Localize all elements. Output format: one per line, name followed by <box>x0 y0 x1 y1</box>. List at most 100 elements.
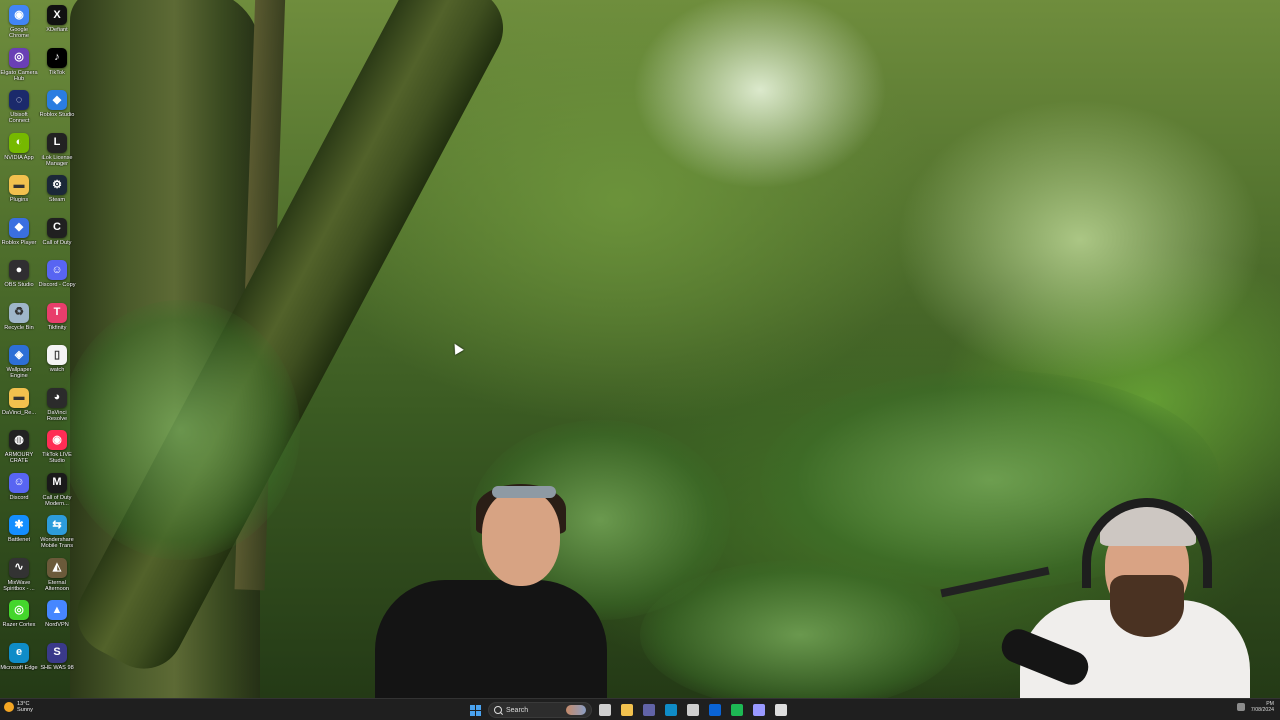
desktop-icon-label: Call of Duty <box>42 239 72 246</box>
desktop-icon-label: TikTok LIVE Studio <box>42 452 72 465</box>
desktop-icon[interactable]: ◆ Roblox Studio <box>38 87 76 130</box>
calculator-icon <box>687 704 699 716</box>
taskbar-task-view-button[interactable] <box>596 701 614 719</box>
desktop-icon-label: Google Chrome <box>9 27 29 40</box>
desktop-icon[interactable]: T Tikfinity <box>38 300 76 343</box>
davinci-resolve-icon: ◕ <box>47 387 67 408</box>
desktop-icon[interactable]: ◍ ARMOURY CRATE <box>0 427 38 470</box>
wallpaper-engine-icon: ◈ <box>9 345 29 365</box>
desktop-icon-label: NordVPN <box>45 622 69 628</box>
desktop-icon[interactable]: ◈ Wallpaper Engine <box>0 342 38 385</box>
desktop-icon[interactable]: ◭ Eternal Alternoon <box>38 555 76 598</box>
desktop-icon-label: Razer Cortex <box>2 622 36 628</box>
desktop-icon[interactable]: ♻ Recycle Bin <box>0 300 38 343</box>
teams-icon <box>643 704 655 716</box>
desktop-icon-label: Elgato Camera Hub <box>0 69 38 82</box>
desktop-icon-label: DaVinci Resolve <box>46 409 68 422</box>
mixwave-icon: ∿ <box>9 557 29 578</box>
desktop-icon[interactable]: ☺ Discord - Copy <box>38 257 76 300</box>
desktop-icon-label: Wallpaper Engine <box>6 367 32 380</box>
desktop-icon[interactable]: ✱ Battlenet <box>0 512 38 555</box>
taskbar-calculator-button[interactable] <box>684 701 702 719</box>
tiktok-live-icon: ◉ <box>47 430 67 450</box>
nvidia-icon: ◐ <box>9 132 29 153</box>
desktop-icon-label: Battlenet <box>7 537 31 543</box>
desktop-icon[interactable]: ◉ Google Chrome <box>0 2 38 45</box>
desktop-icon-label: Call of Duty Modern... <box>42 494 72 507</box>
desktop-icon[interactable]: ☺ Discord <box>0 470 38 513</box>
desktop-icon[interactable]: X XDefiant <box>38 2 76 45</box>
folder-icon: ▬ <box>9 175 29 195</box>
tree-fern <box>60 300 300 560</box>
system-tray: PM 7/08/2024 <box>1236 701 1274 713</box>
desktop-icon[interactable]: ◐ NVIDIA App <box>0 130 38 173</box>
taskbar-teams-button[interactable] <box>640 701 658 719</box>
weather-description: Sunny <box>17 707 33 714</box>
desktop-icon[interactable]: e Microsoft Edge <box>0 640 38 683</box>
clock-date: 7/08/2024 <box>1250 707 1274 713</box>
desktop-icon[interactable]: ◉ TikTok LIVE Studio <box>38 427 76 470</box>
call-of-duty-icon: C <box>47 217 67 238</box>
desktop-icon[interactable]: ◎ Razer Cortex <box>0 597 38 640</box>
desktop-icon[interactable]: S SHE WAS 98 <box>38 640 76 683</box>
windows-logo-icon <box>469 704 481 716</box>
taskbar: 13°C Sunny Search PM 7/08/2024 <box>0 698 1280 720</box>
taskbar-file-explorer-button[interactable] <box>618 701 636 719</box>
tray-chevron-icon[interactable] <box>1236 703 1245 711</box>
tikfinity-icon: T <box>47 302 67 323</box>
search-icon <box>494 706 502 714</box>
file-icon: ▯ <box>47 345 67 365</box>
desktop-icon-label: Recycle Bin <box>4 324 34 331</box>
desktop-icon-label: NVIDIA App <box>4 154 34 161</box>
task-view-icon <box>599 704 611 716</box>
razer-cortex-icon: ◎ <box>9 600 29 620</box>
desktop-icon[interactable]: ● OBS Studio <box>0 257 38 300</box>
desktop-icon-label: XDefiant <box>46 27 68 33</box>
desktop-icon-label: iLok License Manager <box>41 154 73 167</box>
taskbar-spotify-button[interactable] <box>728 701 746 719</box>
edge-icon <box>665 704 677 716</box>
desktop-icon[interactable]: ⚙ Steam <box>38 172 76 215</box>
elgato-camera-icon: ◎ <box>9 47 29 68</box>
desktop-icon-label: Steam <box>48 197 66 203</box>
chrome-icon: ◉ <box>9 5 29 25</box>
desktop-icon-label: SHE WAS 98 <box>40 664 74 671</box>
premiere-icon <box>753 704 765 716</box>
desktop-icon[interactable]: ♪ TikTok <box>38 45 76 88</box>
taskbar-premiere-button[interactable] <box>750 701 768 719</box>
folder-icon: ▬ <box>9 387 29 408</box>
taskbar-edge-button[interactable] <box>662 701 680 719</box>
desktop-icon[interactable]: ◆ Roblox Player <box>0 215 38 258</box>
ubisoft-icon: ◌ <box>9 90 29 110</box>
clock[interactable]: PM 7/08/2024 <box>1251 701 1274 713</box>
start-button[interactable] <box>466 701 484 719</box>
desktop-icon[interactable]: ◎ Elgato Camera Hub <box>0 45 38 88</box>
desktop-icon[interactable]: ◌ Ubisoft Connect <box>0 87 38 130</box>
taskbar-outlook-button[interactable] <box>706 701 724 719</box>
taskbar-search[interactable]: Search <box>488 702 592 718</box>
desktop-icon[interactable]: ▯ watch <box>38 342 76 385</box>
weather-widget[interactable]: 13°C Sunny <box>4 701 33 713</box>
desktop-icon-label: Roblox Player <box>1 239 37 246</box>
taskbar-obs-button[interactable] <box>772 701 790 719</box>
desktop-icon[interactable]: ⇆ Wondershare Mobile Trans <box>38 512 76 555</box>
desktop-icon-label: Eternal Alternoon <box>45 579 69 592</box>
roblox-studio-icon: ◆ <box>47 90 67 110</box>
desktop-icon[interactable]: ∿ MixWave Spiritbox - ... <box>0 555 38 598</box>
desktop-icon[interactable]: LiLok License Manager <box>38 130 76 173</box>
eternal-afternoon-icon: ◭ <box>47 557 67 578</box>
desktop-icon[interactable]: C Call of Duty <box>38 215 76 258</box>
desktop-icon[interactable]: ◕ DaVinci Resolve <box>38 385 76 428</box>
desktop-icon-label: DaVinci_Re... <box>1 409 37 416</box>
desktop-icon[interactable]: ▬ Plugins <box>0 172 38 215</box>
desktop-wallpaper <box>0 0 1280 698</box>
obs-icon <box>775 704 787 716</box>
desktop-icon-label: watch <box>49 367 65 373</box>
desktop-icon[interactable]: ▲ NordVPN <box>38 597 76 640</box>
search-highlight-icon <box>566 705 586 715</box>
desktop-icon[interactable]: ▬ DaVinci_Re... <box>0 385 38 428</box>
she-was-98-icon: S <box>47 642 67 663</box>
xdefiant-icon: X <box>47 5 67 25</box>
desktop-icon-label: ARMOURY CRATE <box>4 452 34 465</box>
desktop-icon[interactable]: M Call of Duty Modern... <box>38 470 76 513</box>
